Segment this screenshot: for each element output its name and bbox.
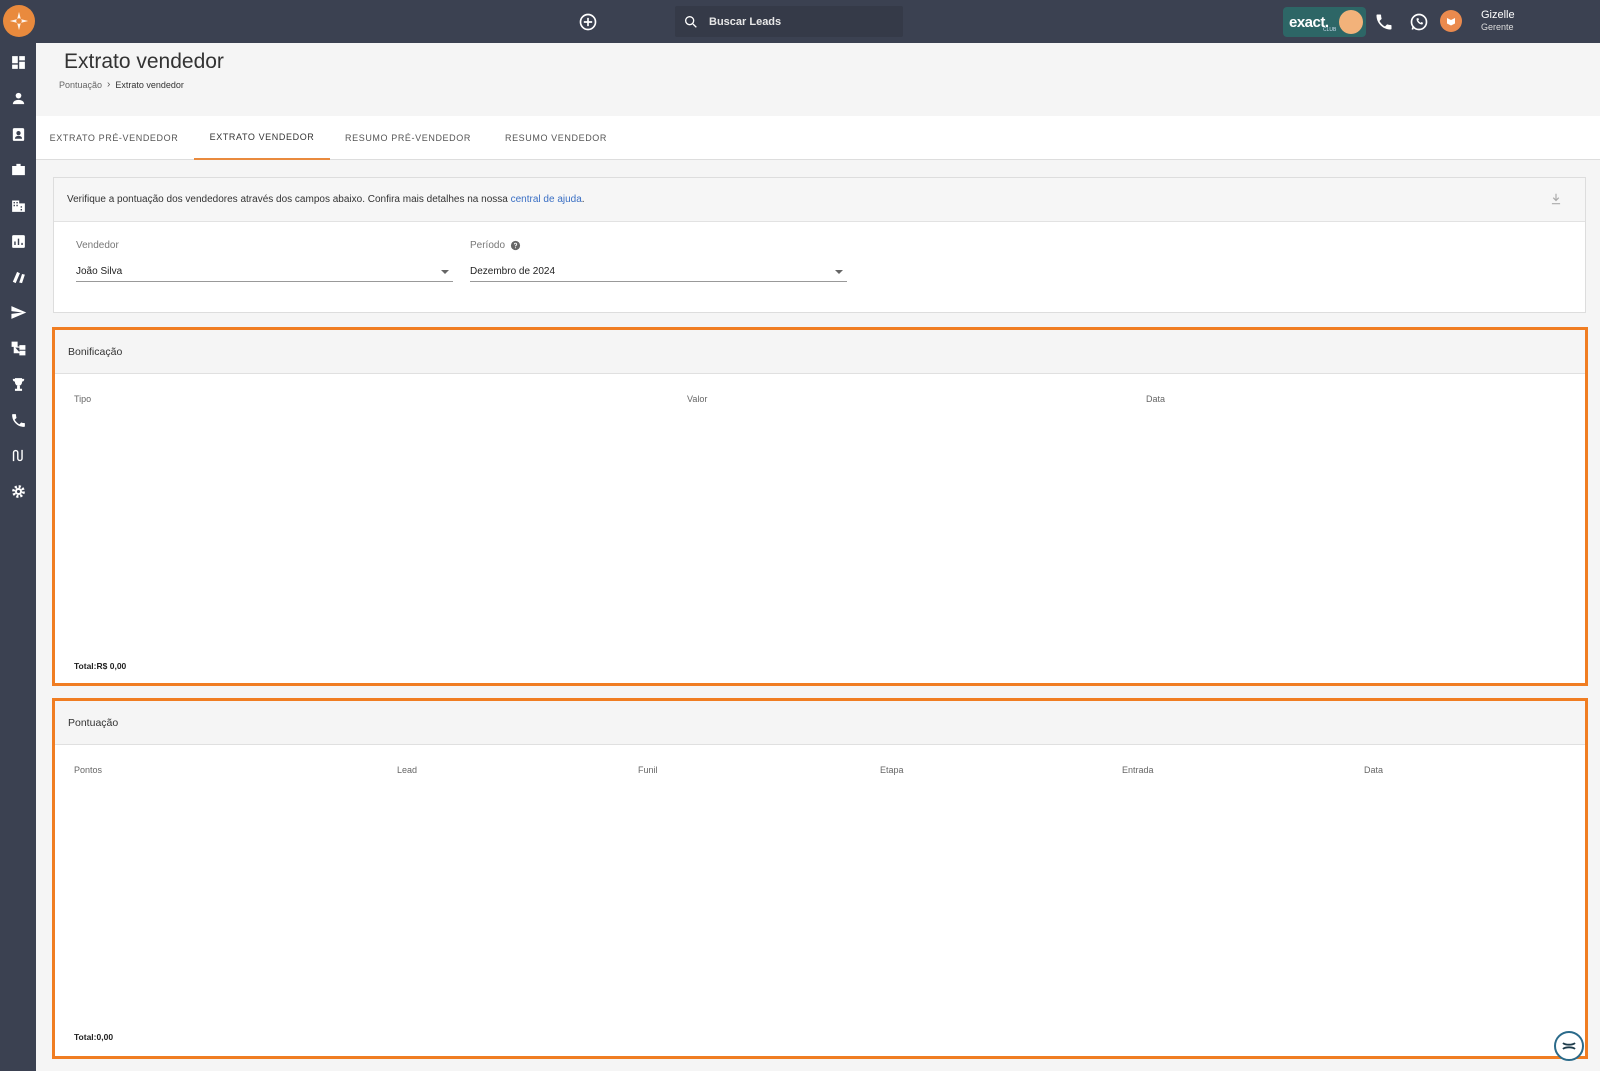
info-text: Verifique a pontuação dos vendedores atr… [67, 194, 508, 205]
column-header-entrada[interactable]: Entrada [1122, 765, 1154, 775]
vendedor-label-text: Vendedor [76, 240, 119, 251]
routes-icon[interactable] [9, 446, 27, 464]
tab-extrato-vendedor[interactable]: EXTRATO VENDEDOR [194, 116, 330, 160]
info-message: Verifique a pontuação dos vendedores atr… [54, 178, 1585, 222]
chevron-right-icon: › [107, 79, 111, 90]
vendedor-value: João Silva [76, 266, 123, 277]
contacts-icon[interactable] [9, 125, 27, 143]
chat-assistant-icon [1562, 1042, 1576, 1050]
trophy-icon[interactable] [9, 375, 27, 393]
sidebar [0, 43, 36, 1071]
phone-icon[interactable] [1374, 12, 1394, 32]
download-icon[interactable] [1549, 192, 1563, 206]
chat-assistant-button[interactable] [1554, 1031, 1584, 1061]
column-header-lead[interactable]: Lead [397, 765, 417, 775]
dashboard-icon[interactable] [9, 53, 27, 71]
bonificacao-title: Bonificação [55, 330, 1585, 374]
exact-club-label: CLUB [1323, 27, 1337, 33]
periodo-select[interactable]: Dezembro de 2024 [470, 262, 847, 282]
building-icon[interactable] [9, 196, 27, 214]
bonificacao-panel: Bonificação Tipo Valor Data Total:R$ 0,0… [52, 327, 1588, 686]
tab-resumo-vendedor[interactable]: RESUMO VENDEDOR [486, 116, 626, 160]
user-role: Gerente [1481, 22, 1514, 32]
vendedor-label: Vendedor [76, 240, 119, 251]
filters-card: Verifique a pontuação dos vendedores atr… [53, 177, 1586, 313]
column-header-pontos[interactable]: Pontos [74, 765, 102, 775]
help-icon[interactable] [510, 240, 521, 251]
pontuacao-total: Total:0,00 [74, 1032, 114, 1042]
page-title: Extrato vendedor [64, 50, 224, 73]
vendedor-select[interactable]: João Silva [76, 262, 453, 282]
send-icon[interactable] [9, 303, 27, 321]
breadcrumb-current: Extrato vendedor [115, 79, 184, 90]
phone-icon[interactable] [9, 411, 27, 429]
column-header-tipo[interactable]: Tipo [74, 394, 91, 404]
gear-icon[interactable] [9, 482, 27, 500]
column-header-etapa[interactable]: Etapa [880, 765, 904, 775]
breadcrumb-parent[interactable]: Pontuação [59, 80, 102, 90]
tab-extrato-pre-vendedor[interactable]: EXTRATO PRÉ-VENDEDOR [36, 116, 192, 160]
column-header-funil[interactable]: Funil [638, 765, 658, 775]
add-circle-icon[interactable] [578, 12, 598, 32]
info-end: . [581, 194, 585, 205]
column-header-valor[interactable]: Valor [687, 394, 707, 404]
periodo-value: Dezembro de 2024 [470, 266, 556, 277]
books-icon[interactable] [9, 268, 27, 286]
analytics-icon[interactable] [9, 232, 27, 250]
briefcase-icon[interactable] [9, 160, 27, 178]
hierarchy-icon[interactable] [9, 339, 27, 357]
periodo-label: Período [470, 240, 521, 251]
dropdown-caret-icon [835, 269, 843, 274]
user-info[interactable]: Gizelle Gerente [1481, 9, 1515, 32]
pontuacao-title: Pontuação [55, 701, 1585, 745]
person-icon[interactable] [9, 89, 27, 107]
search-input[interactable] [709, 15, 889, 28]
search-icon [685, 15, 697, 28]
whatsapp-icon[interactable] [1409, 12, 1429, 32]
breadcrumb: Pontuação › Extrato vendedor [59, 79, 184, 90]
bonificacao-total: Total:R$ 0,00 [74, 661, 127, 671]
tab-resumo-pre-vendedor[interactable]: RESUMO PRÉ-VENDEDOR [332, 116, 484, 160]
column-header-data[interactable]: Data [1146, 394, 1165, 404]
exact-flag-icon [1339, 10, 1363, 34]
avatar[interactable] [1440, 10, 1462, 32]
column-header-data[interactable]: Data [1364, 765, 1383, 775]
periodo-label-text: Período [470, 240, 506, 251]
top-bar: exact. CLUB Gizelle Gerente [0, 0, 1600, 43]
dropdown-caret-icon [441, 269, 449, 274]
app-logo-icon[interactable] [3, 5, 35, 37]
tabs-bar: EXTRATO PRÉ-VENDEDOR EXTRATO VENDEDOR RE… [36, 116, 1600, 160]
help-center-link[interactable]: central de ajuda [511, 194, 582, 205]
search-box[interactable] [675, 6, 903, 37]
user-name: Gizelle [1481, 9, 1515, 21]
pontuacao-panel: Pontuação Pontos Lead Funil Etapa Entrad… [52, 698, 1588, 1059]
exact-club-badge[interactable]: exact. CLUB [1283, 7, 1366, 37]
